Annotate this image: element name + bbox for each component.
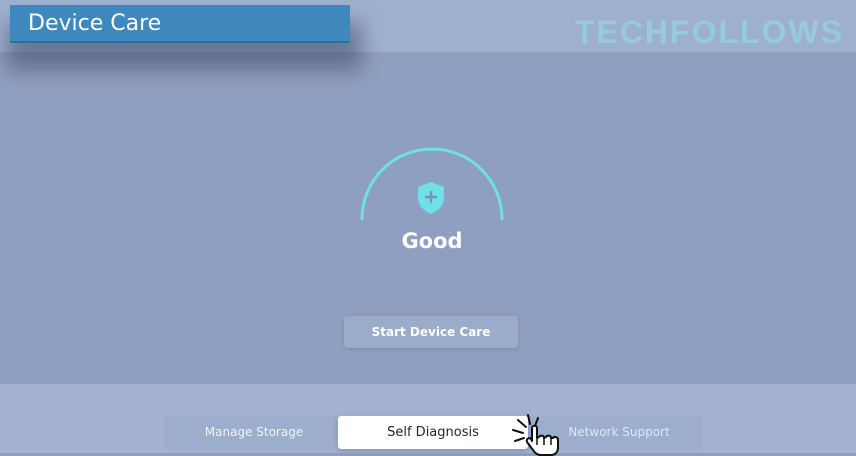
- watermark-logo: TECHFOLLOWS: [574, 14, 844, 50]
- start-device-care-button[interactable]: Start Device Care: [344, 316, 518, 348]
- hand-pointer-icon: [512, 414, 559, 456]
- page-title: Device Care: [10, 5, 350, 43]
- device-status: Good: [358, 145, 506, 285]
- tab-self-diagnosis[interactable]: Self Diagnosis: [338, 416, 528, 449]
- status-text: Good: [401, 229, 463, 253]
- tab-manage-storage[interactable]: Manage Storage: [164, 416, 344, 449]
- shield-plus-icon: [418, 182, 444, 214]
